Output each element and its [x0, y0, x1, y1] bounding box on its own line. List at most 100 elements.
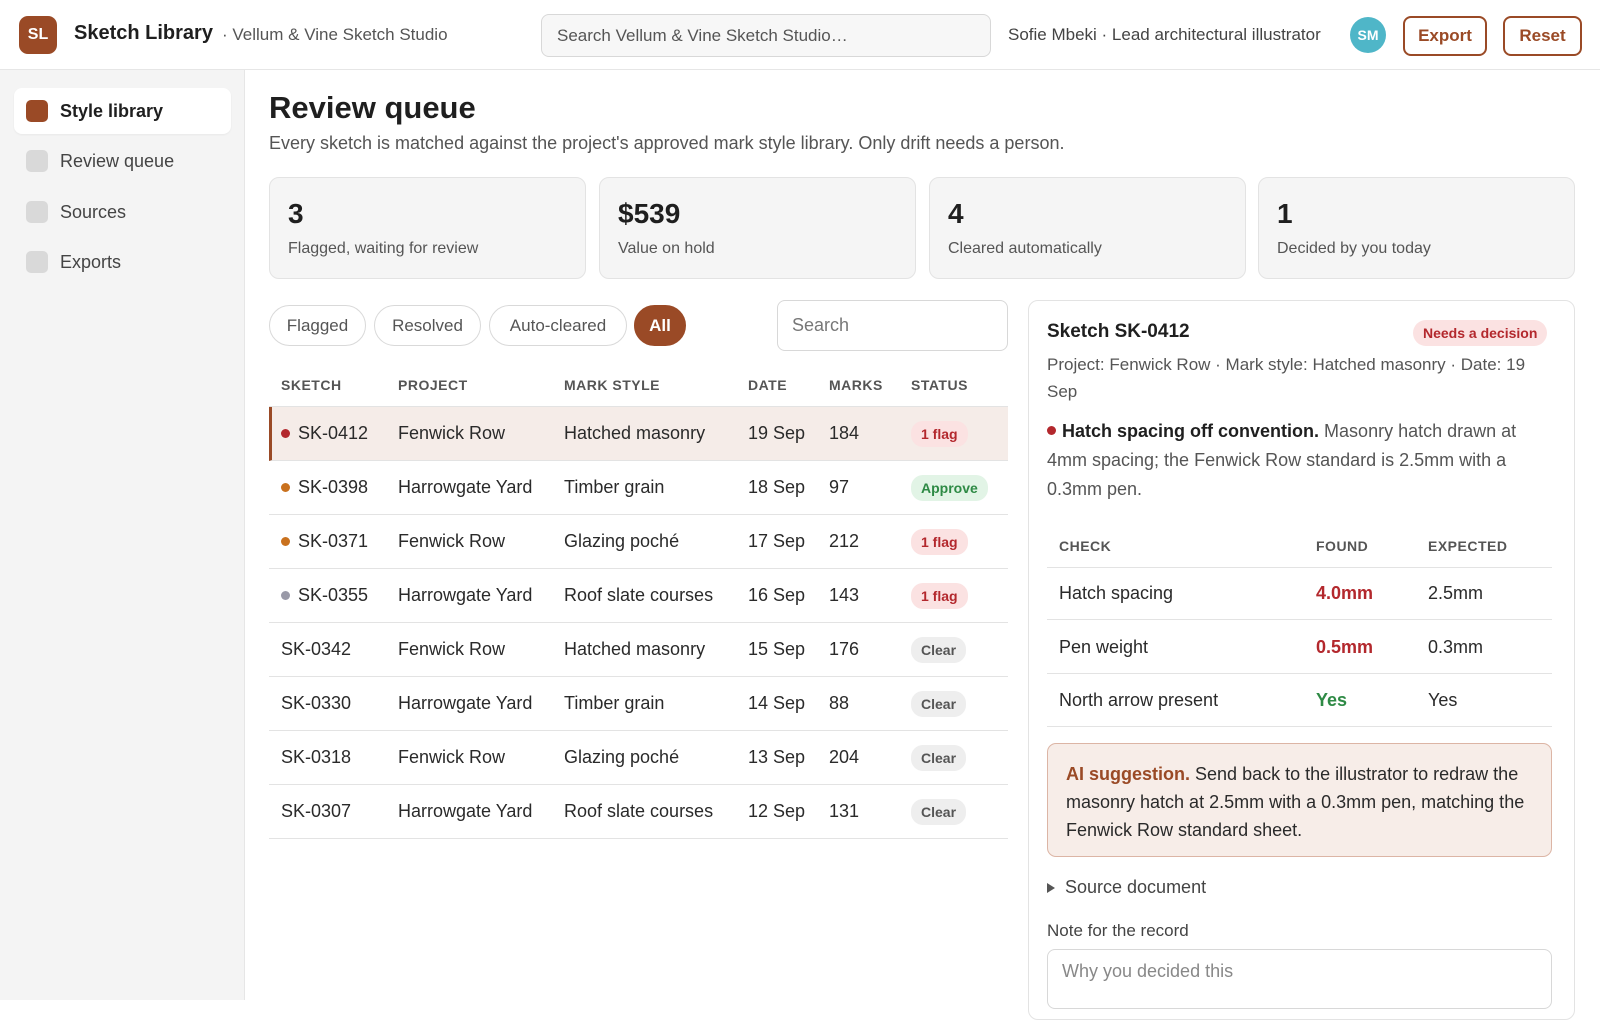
cell-marks: 143 [829, 569, 859, 622]
global-search-input[interactable]: Search Vellum & Vine Sketch Studio… [541, 14, 991, 57]
cell-mark-style: Hatched masonry [564, 623, 705, 676]
column-header-project[interactable]: PROJECT [398, 377, 468, 393]
cell-sketch-text: SK-0355 [298, 585, 369, 605]
app-logo[interactable]: SL [19, 16, 57, 54]
source-document-toggle[interactable]: Source document [1047, 877, 1206, 898]
check-header-check: CHECK [1059, 538, 1112, 554]
export-button[interactable]: Export [1403, 16, 1487, 56]
cell-mark-style: Roof slate courses [564, 569, 713, 622]
cell-marks: 204 [829, 731, 859, 784]
sidebar-item-review-queue[interactable]: Review queue [14, 138, 231, 184]
status-dot-icon [281, 591, 290, 600]
cell-mark-style-text: Glazing poché [564, 531, 680, 551]
stat-card-flagged: 3 Flagged, waiting for review [269, 177, 586, 279]
cell-project: Harrowgate Yard [398, 785, 532, 838]
note-field[interactable]: Why you decided this [1047, 949, 1552, 1009]
filter-auto-cleared[interactable]: Auto-cleared [489, 305, 627, 346]
cell-marks-text: 176 [829, 639, 860, 659]
check-expected: 2.5mm [1428, 583, 1484, 603]
table-row[interactable]: SK-0307 Harrowgate Yard Roof slate courses… [269, 785, 1008, 839]
detail-panel: Sketch SK-0412 Needs a decision Project:… [1028, 300, 1575, 1020]
check-name: Pen weight [1059, 637, 1149, 657]
cell-project: Fenwick Row [398, 515, 505, 568]
cell-sketch-text: SK-0307 [281, 801, 352, 821]
sidebar-item-exports[interactable]: Exports [14, 239, 231, 285]
cell-project-text: Harrowgate Yard [398, 585, 533, 605]
finding-summary: Hatch spacing off convention. Masonry ha… [1047, 417, 1552, 504]
user-name: Sofie Mbeki · Lead architectural illustr… [1008, 25, 1321, 44]
table-search-input[interactable]: Search [777, 300, 1008, 351]
cell-mark-style-text: Hatched masonry [564, 423, 706, 443]
check-row: North arrow present Yes Yes [1047, 674, 1552, 727]
source-document-label: Source document [1065, 877, 1207, 897]
cell-marks-text: 131 [829, 801, 860, 821]
column-header-sketch[interactable]: SKETCH [281, 377, 342, 393]
column-header-mark-style[interactable]: MARK STYLE [564, 377, 660, 393]
cell-date: 13 Sep [748, 731, 805, 784]
filter-flagged[interactable]: Flagged [269, 305, 366, 346]
cell-date: 15 Sep [748, 623, 805, 676]
cell-marks-text: 88 [829, 693, 850, 713]
cell-marks: 88 [829, 677, 849, 730]
table-row[interactable]: SK-0412 Fenwick Row Hatched masonry 19 Sep 1… [269, 407, 1008, 461]
reset-button[interactable]: Reset [1503, 16, 1582, 56]
page-subtitle: Every sketch is matched against the proj… [269, 133, 1065, 153]
table-row[interactable]: SK-0330 Harrowgate Yard Timber grain 14 Sep… [269, 677, 1008, 731]
cell-marks: 176 [829, 623, 859, 676]
filter-resolved[interactable]: Resolved [374, 305, 481, 346]
cell-mark-style-text: Timber grain [564, 477, 665, 497]
cell-status: Approve [911, 461, 988, 514]
table-row[interactable]: SK-0371 Fenwick Row Glazing poché 17 Sep 212… [269, 515, 1008, 569]
check-name: Hatch spacing [1059, 583, 1174, 603]
check-row: Pen weight 0.5mm 0.3mm [1047, 621, 1552, 674]
table-row[interactable]: SK-0318 Fenwick Row Glazing poché 13 Sep 204… [269, 731, 1008, 785]
status-badge: Clear [911, 690, 967, 717]
sidebar-item-sources[interactable]: Sources [14, 189, 231, 235]
cell-project: Harrowgate Yard [398, 461, 532, 514]
cell-sketch-text: SK-0398 [298, 477, 369, 497]
filter-all[interactable]: All [634, 305, 686, 346]
check-row: Hatch spacing 4.0mm 2.5mm [1047, 567, 1552, 620]
app-title: Sketch Library [74, 22, 213, 44]
detail-title: Sketch SK-0412 [1047, 321, 1190, 342]
cell-marks-text: 204 [829, 747, 860, 767]
sidebar-item-style-library[interactable]: Style library [14, 88, 231, 134]
cell-sketch: SK-0371 [281, 515, 368, 568]
stat-label: Cleared automatically [948, 240, 1102, 257]
exports-icon [26, 251, 48, 273]
sidebar-item-label: Exports [60, 251, 122, 272]
cell-date: 14 Sep [748, 677, 805, 730]
disclosure-triangle-icon [1047, 882, 1055, 893]
cell-project-text: Fenwick Row [398, 639, 506, 659]
cell-status: Clear [911, 623, 967, 676]
status-badge[interactable]: Approve [911, 474, 988, 501]
studio-name: · Vellum & Vine Sketch Studio [222, 25, 448, 44]
cell-sketch: SK-0412 [281, 407, 368, 460]
top-bar: SL Sketch Library · Vellum & Vine Sketch… [0, 0, 1600, 70]
column-header-date[interactable]: DATE [748, 377, 787, 393]
check-name: North arrow present [1059, 690, 1219, 710]
avatar[interactable]: SM [1350, 17, 1386, 53]
cell-sketch-text: SK-0371 [298, 531, 369, 551]
page-title: Review queue [269, 90, 476, 125]
cell-mark-style-text: Glazing poché [564, 747, 680, 767]
cell-sketch: SK-0398 [281, 461, 368, 514]
ai-suggestion: AI suggestion. Send back to the illustra… [1047, 743, 1552, 857]
cell-date-text: 18 Sep [748, 477, 806, 497]
sidebar-item-label: Style library [60, 100, 164, 121]
table-row[interactable]: SK-0398 Harrowgate Yard Timber grain 18 Sep… [269, 461, 1008, 515]
stat-label: Value on hold [618, 240, 715, 257]
cell-mark-style-text: Roof slate courses [564, 585, 714, 605]
cell-date-text: 12 Sep [748, 801, 806, 821]
cell-marks: 131 [829, 785, 859, 838]
table-row[interactable]: SK-0342 Fenwick Row Hatched masonry 15 Sep 1… [269, 623, 1008, 677]
column-header-status[interactable]: STATUS [911, 377, 968, 393]
cell-project-text: Harrowgate Yard [398, 693, 533, 713]
table-row[interactable]: SK-0355 Harrowgate Yard Roof slate courses… [269, 569, 1008, 623]
cell-sketch-text: SK-0330 [281, 693, 352, 713]
stat-label: Flagged, waiting for review [288, 240, 479, 257]
stat-card-value-on-hold: $539 Value on hold [599, 177, 916, 279]
cell-project: Harrowgate Yard [398, 569, 532, 622]
column-header-marks[interactable]: MARKS [829, 377, 883, 393]
detail-meta: Project: Fenwick Row · Mark style: Hatch… [1047, 355, 1526, 401]
